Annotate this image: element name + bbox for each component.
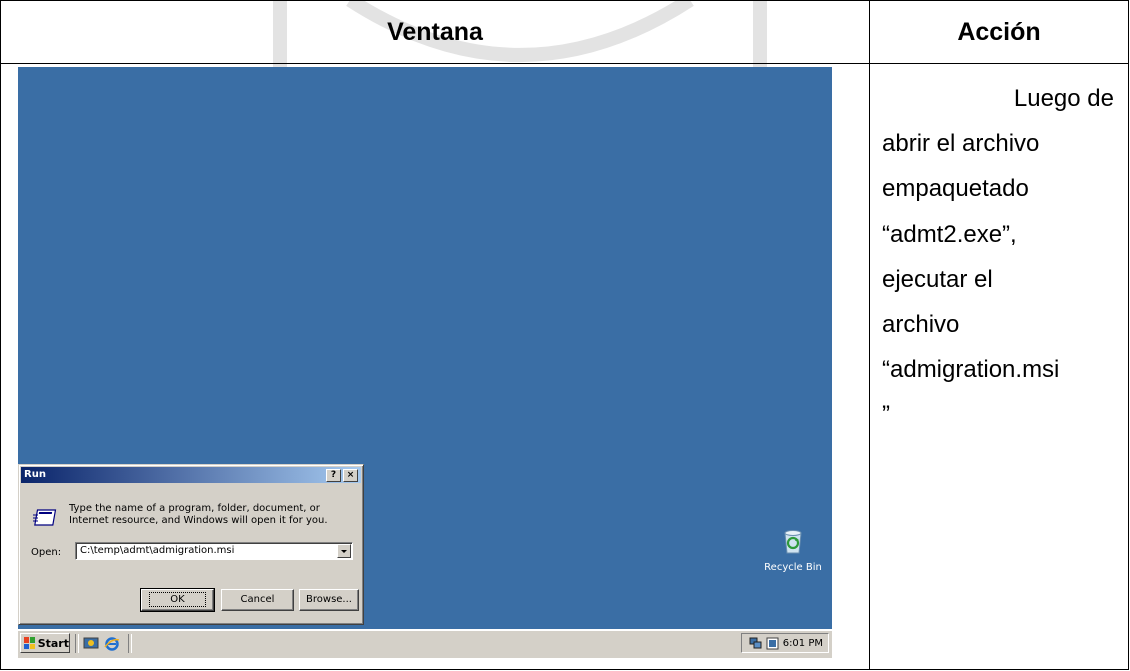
run-dialog: Run ? × Type the name of a program, fold… [18, 464, 364, 625]
taskbar-separator [75, 634, 79, 653]
action-cell: Luego de abrir el archivo empaquetado “a… [869, 63, 1129, 670]
recycle-bin-icon [784, 530, 802, 554]
action-line: empaquetado [882, 175, 1029, 203]
run-description-line2: Internet resource, and Windows will open… [69, 515, 328, 526]
action-text: Luego de abrir el archivo empaquetado “a… [870, 64, 1128, 438]
action-line: “admt2.exe”, [882, 220, 1017, 248]
show-desktop-icon[interactable] [83, 636, 99, 652]
internet-explorer-icon[interactable] [104, 636, 120, 652]
taskbar: Start 6:01 PM [18, 629, 832, 658]
clock: 6:01 PM [782, 637, 823, 649]
run-description: Type the name of a program, folder, docu… [69, 503, 359, 527]
browse-button[interactable]: Browse... [299, 589, 359, 611]
run-icon [33, 509, 57, 526]
header-action: Acción [869, 0, 1129, 64]
network-icon[interactable] [749, 637, 762, 650]
run-description-line1: Type the name of a program, folder, docu… [69, 503, 320, 514]
recycle-bin-label: Recycle Bin [764, 562, 822, 573]
action-line: “admigration.msi [882, 356, 1060, 384]
help-button[interactable]: ? [326, 469, 341, 482]
recycle-bin[interactable]: Recycle Bin [763, 527, 823, 573]
windows-logo-icon [24, 637, 35, 649]
system-tray: 6:01 PM [741, 633, 829, 653]
action-line: ejecutar el [882, 265, 993, 293]
start-label: Start [37, 636, 69, 650]
header-window: Ventana [0, 0, 870, 64]
document-table: Ventana Acción Recycle Bin Run ? × Type … [0, 0, 1129, 670]
run-title-bar: Run ? × [21, 467, 361, 483]
window-cell: Recycle Bin Run ? × Type the name of a p… [0, 63, 870, 670]
taskbar-separator [128, 634, 132, 653]
cancel-button[interactable]: Cancel [221, 589, 294, 611]
close-button[interactable]: × [343, 469, 358, 482]
ok-label: OK [149, 592, 206, 607]
desktop-screenshot: Recycle Bin Run ? × Type the name of a p… [18, 67, 832, 658]
open-input-value[interactable]: C:\temp\admt\admigration.msi [80, 545, 234, 556]
run-title: Run [24, 469, 46, 480]
ok-button[interactable]: OK [140, 588, 215, 612]
action-line: Luego de [1013, 85, 1114, 112]
action-line: archivo [882, 311, 960, 339]
chevron-down-icon[interactable] [337, 544, 351, 558]
action-line: ” [882, 401, 890, 429]
volume-icon[interactable] [766, 637, 779, 650]
action-line: abrir el archivo [882, 130, 1040, 158]
start-button[interactable]: Start [20, 633, 70, 653]
open-combobox[interactable]: C:\temp\admt\admigration.msi [75, 542, 353, 560]
open-label: Open: [31, 547, 62, 558]
